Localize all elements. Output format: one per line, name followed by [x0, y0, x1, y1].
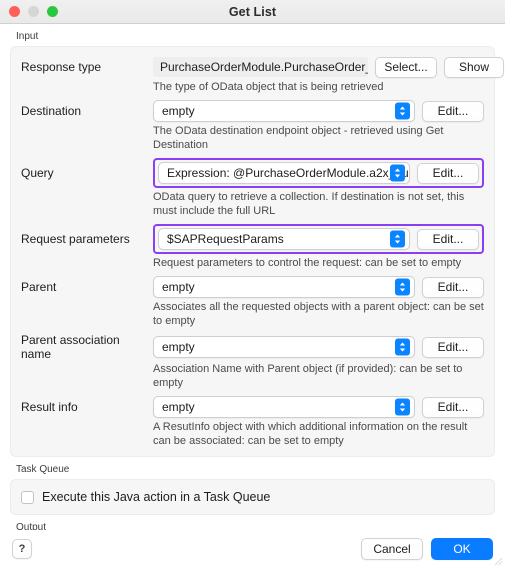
task-queue-checkbox[interactable] [21, 490, 34, 504]
traffic-light-group [9, 0, 58, 23]
parent-combobox[interactable]: empty [153, 276, 415, 298]
window-title: Get List [228, 4, 277, 19]
hint-result-info: A ResutInfo object with which additional… [153, 421, 468, 447]
task-queue-checkbox-row[interactable]: Execute this Java action in a Task Queue [21, 487, 484, 507]
minimize-button[interactable] [28, 6, 39, 17]
hint-parent-association-name: Association Name with Parent object (if … [153, 363, 463, 389]
chevron-updown-icon[interactable] [395, 102, 410, 120]
control-request-parameters: $SAPRequestParams Edit... [158, 228, 479, 250]
dialog-body: Input Response type PurchaseOrderModule.… [0, 24, 505, 567]
row-response-type: Response type PurchaseOrderModule.Purcha… [21, 55, 504, 79]
select-response-type-button[interactable]: Select... [375, 56, 437, 78]
edit-result-info-button[interactable]: Edit... [422, 396, 484, 418]
zoom-button[interactable] [47, 6, 58, 17]
request-parameters-combobox[interactable]: $SAPRequestParams [158, 228, 410, 250]
task-queue-section: Execute this Java action in a Task Queue [10, 479, 495, 515]
query-combobox[interactable]: Expression: @PurchaseOrderModule.a2x_pur… [158, 162, 410, 184]
control-parent-association-name: empty Edit... [153, 336, 484, 358]
show-response-type-button[interactable]: Show [444, 56, 504, 78]
label-parent: Parent [21, 280, 57, 294]
resize-grip-icon[interactable] [494, 557, 503, 566]
control-query: Expression: @PurchaseOrderModule.a2x_pur… [158, 162, 479, 184]
label-destination: Destination [21, 104, 82, 118]
title-bar: Get List [0, 0, 505, 24]
row-result-info: Result info empty Edit... [21, 395, 484, 419]
row-request-parameters: Request parameters $SAPRequestParams Edi… [21, 223, 484, 255]
ok-button[interactable]: OK [431, 537, 493, 560]
response-type-value: PurchaseOrderModule.PurchaseOrder_Ty [153, 57, 368, 77]
control-response-type: PurchaseOrderModule.PurchaseOrder_Ty Sel… [153, 56, 504, 78]
result-info-combobox[interactable]: empty [153, 396, 415, 418]
edit-request-parameters-button[interactable]: Edit... [417, 228, 479, 250]
label-response-type: Response type [21, 60, 102, 74]
edit-query-button[interactable]: Edit... [417, 162, 479, 184]
hint-destination: The OData destination endpoint object - … [153, 125, 444, 151]
control-destination: empty Edit... [153, 100, 484, 122]
edit-parent-association-name-button[interactable]: Edit... [422, 336, 484, 358]
control-parent: empty Edit... [153, 276, 484, 298]
section-label-task-queue: Task Queue [16, 464, 70, 475]
parent-value: empty [162, 280, 195, 294]
section-label-input: Input [16, 31, 39, 42]
row-parent-association-name: Parent association name empty Edit... [21, 333, 484, 361]
chevron-updown-icon[interactable] [395, 398, 410, 416]
label-parent-association-name: Parent association name [21, 333, 120, 361]
chevron-updown-icon[interactable] [390, 230, 405, 248]
input-section: Response type PurchaseOrderModule.Purcha… [10, 46, 504, 457]
chevron-updown-icon[interactable] [395, 278, 410, 296]
edit-destination-button[interactable]: Edit... [422, 100, 484, 122]
row-query: Query Expression: @PurchaseOrderModule.a… [21, 157, 484, 189]
hint-parent: Associates all the requested objects wit… [153, 301, 484, 327]
control-result-info: empty Edit... [153, 396, 484, 418]
parent-association-name-combobox[interactable]: empty [153, 336, 415, 358]
result-info-value: empty [162, 400, 195, 414]
parent-association-name-value: empty [162, 340, 195, 354]
request-parameters-value: $SAPRequestParams [167, 232, 284, 246]
cancel-button[interactable]: Cancel [361, 537, 423, 560]
hint-response-type: The type of OData object that is being r… [153, 81, 384, 93]
dialog-footer: ? Cancel OK [0, 530, 505, 567]
highlight-box-query: Expression: @PurchaseOrderModule.a2x_pur… [153, 158, 484, 188]
label-result-info: Result info [21, 400, 78, 414]
destination-combobox[interactable]: empty [153, 100, 415, 122]
row-parent: Parent empty Edit... [21, 275, 484, 299]
query-value: Expression: @PurchaseOrderModule.a2x_pur… [167, 166, 409, 180]
row-destination: Destination empty Edit... [21, 99, 484, 123]
label-query: Query [21, 166, 54, 180]
hint-query: OData query to retrieve a collection. If… [153, 191, 465, 217]
footer-actions: Cancel OK [361, 537, 493, 560]
help-button[interactable]: ? [12, 538, 32, 559]
chevron-updown-icon[interactable] [390, 164, 405, 182]
label-request-parameters: Request parameters [21, 232, 130, 246]
highlight-box-request-parameters: $SAPRequestParams Edit... [153, 224, 484, 254]
chevron-updown-icon[interactable] [395, 338, 410, 356]
task-queue-checkbox-label: Execute this Java action in a Task Queue [42, 490, 271, 504]
destination-value: empty [162, 104, 195, 118]
hint-request-parameters: Request parameters to control the reques… [153, 257, 462, 269]
close-button[interactable] [9, 6, 20, 17]
edit-parent-button[interactable]: Edit... [422, 276, 484, 298]
